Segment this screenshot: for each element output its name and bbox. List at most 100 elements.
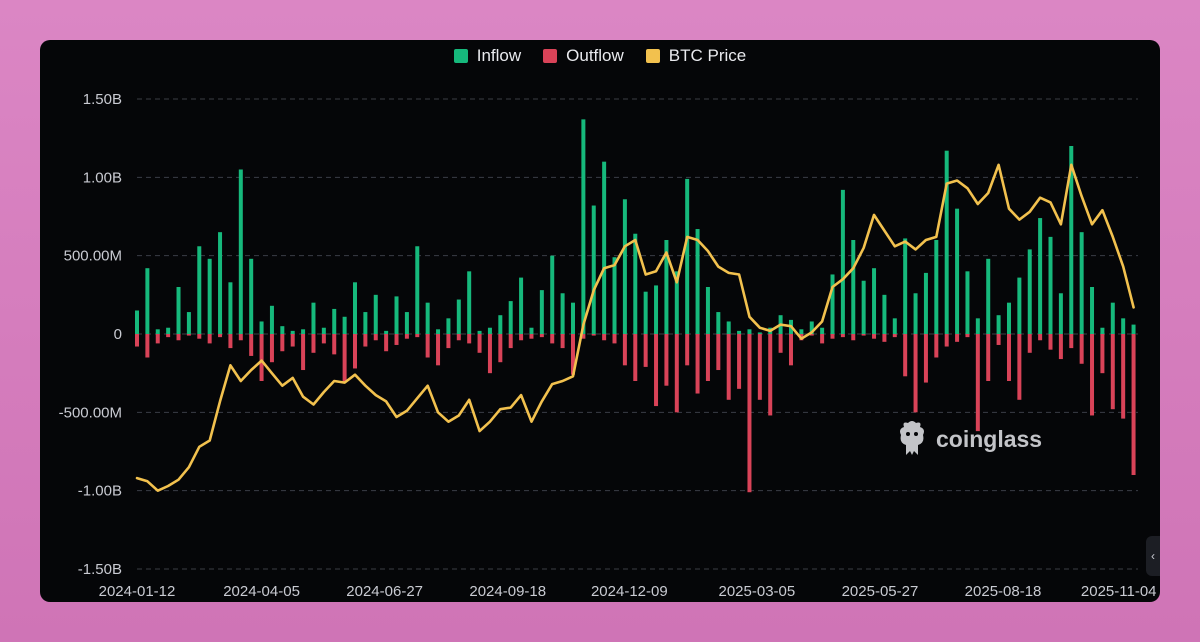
outflow-bar bbox=[840, 334, 845, 338]
outflow-bar bbox=[446, 334, 451, 349]
outflow-bar bbox=[996, 334, 1001, 345]
y-tick-label: -500.00M bbox=[59, 404, 122, 421]
outflow-bar bbox=[135, 334, 139, 347]
outflow-bar bbox=[508, 334, 513, 349]
outflow-bar bbox=[166, 334, 171, 338]
outflow-bar bbox=[394, 334, 399, 345]
outflow-bar bbox=[726, 334, 731, 400]
watermark-text: coinglass bbox=[936, 426, 1042, 452]
outflow-bar bbox=[654, 334, 659, 407]
outflow-bar bbox=[487, 334, 492, 374]
inflow-bar bbox=[352, 282, 357, 334]
outflow-bar bbox=[425, 334, 430, 358]
inflow-bar bbox=[311, 302, 316, 334]
inflow-bar bbox=[705, 287, 710, 334]
outflow-bar bbox=[342, 334, 347, 383]
outflow-bar bbox=[664, 334, 669, 386]
x-tick-label: 2024-12-09 bbox=[591, 583, 668, 600]
outflow-bar bbox=[934, 334, 939, 358]
outflow-bar bbox=[633, 334, 638, 381]
inflow-bar bbox=[487, 327, 492, 334]
inflow-bar bbox=[955, 208, 960, 334]
x-tick-label: 2024-04-05 bbox=[223, 583, 300, 600]
inflow-bar bbox=[1121, 318, 1126, 334]
outflow-bar bbox=[705, 334, 710, 381]
inflow-bar bbox=[135, 310, 139, 334]
x-tick-label: 2024-06-27 bbox=[346, 583, 423, 600]
outflow-bar bbox=[975, 334, 980, 432]
outflow-bar bbox=[560, 334, 565, 349]
outflow-bar bbox=[207, 334, 212, 344]
inflow-bar bbox=[975, 318, 980, 334]
inflow-bar bbox=[695, 229, 700, 334]
inflow-bar bbox=[342, 316, 347, 334]
inflow-bar bbox=[799, 329, 804, 334]
inflow-bar bbox=[1131, 324, 1136, 334]
outflow-bar bbox=[612, 334, 617, 344]
y-tick-label: 0 bbox=[114, 326, 122, 343]
inflow-bar bbox=[228, 282, 233, 334]
inflow-bar bbox=[197, 246, 202, 334]
y-tick-label: 1.50B bbox=[83, 91, 122, 108]
inflow-bar bbox=[934, 240, 939, 334]
outflow-bar bbox=[404, 334, 409, 339]
inflow-bar bbox=[622, 199, 627, 334]
outflow-bar bbox=[986, 334, 991, 381]
outflow-bar bbox=[332, 334, 337, 355]
inflow-bar bbox=[467, 271, 472, 334]
x-tick-label: 2024-01-12 bbox=[99, 583, 176, 600]
inflow-bar bbox=[550, 255, 555, 334]
inflow-bar bbox=[498, 315, 503, 334]
inflow-bar bbox=[301, 329, 306, 334]
outflow-bar bbox=[456, 334, 461, 341]
inflow-bar bbox=[384, 330, 389, 334]
inflow-bar bbox=[1048, 236, 1053, 334]
x-tick-label: 2025-05-27 bbox=[842, 583, 919, 600]
outflow-bar bbox=[550, 334, 555, 344]
inflow-bar bbox=[892, 318, 897, 334]
inflow-bar bbox=[861, 280, 866, 334]
inflow-bar bbox=[757, 332, 762, 334]
outflow-bar bbox=[591, 334, 596, 336]
outflow-bar bbox=[768, 334, 773, 416]
inflow-bar bbox=[1038, 218, 1043, 334]
outflow-bar bbox=[903, 334, 908, 377]
inflow-bar bbox=[155, 329, 160, 334]
inflow-bar bbox=[747, 329, 752, 334]
inflow-bar bbox=[321, 327, 326, 334]
outflow-bar bbox=[622, 334, 627, 366]
inflow-bar bbox=[643, 291, 648, 334]
inflow-bar bbox=[1017, 277, 1022, 334]
outflow-bar bbox=[238, 334, 243, 341]
outflow-bar bbox=[747, 334, 752, 493]
x-tick-label: 2025-11-04 bbox=[1081, 583, 1157, 600]
inflow-bar bbox=[238, 169, 243, 334]
outflow-bar bbox=[529, 334, 534, 339]
outflow-bar bbox=[498, 334, 503, 363]
outflow-bar bbox=[145, 334, 150, 358]
chart-plot[interactable]: 1.50B 1.00B 500.00M 0 -500.00M -1.00B -1.50B 2… bbox=[40, 40, 1160, 602]
expand-icon: ‹ bbox=[1151, 549, 1155, 563]
inflow-bar bbox=[404, 312, 409, 334]
outflow-bar bbox=[197, 334, 202, 339]
outflow-bar bbox=[384, 334, 389, 352]
outflow-bar bbox=[1038, 334, 1043, 341]
side-expand-tab[interactable]: ‹ bbox=[1146, 536, 1160, 576]
outflow-bar bbox=[892, 334, 897, 338]
outflow-bar bbox=[259, 334, 264, 381]
inflow-bar bbox=[737, 330, 742, 334]
inflow-bar bbox=[986, 258, 991, 334]
y-tick-label: -1.50B bbox=[78, 561, 122, 578]
outflow-bar bbox=[685, 334, 690, 366]
inflow-bar bbox=[882, 294, 887, 334]
inflow-bar bbox=[1058, 293, 1063, 334]
inflow-bar bbox=[820, 327, 825, 334]
inflow-bar bbox=[186, 312, 191, 334]
inflow-bar bbox=[519, 277, 524, 334]
inflow-bar bbox=[1100, 327, 1105, 334]
inflow-bar bbox=[207, 258, 212, 334]
outflow-bar bbox=[851, 334, 856, 341]
inflow-bar bbox=[425, 302, 430, 334]
inflow-bar bbox=[581, 119, 586, 334]
inflow-bar bbox=[685, 178, 690, 334]
